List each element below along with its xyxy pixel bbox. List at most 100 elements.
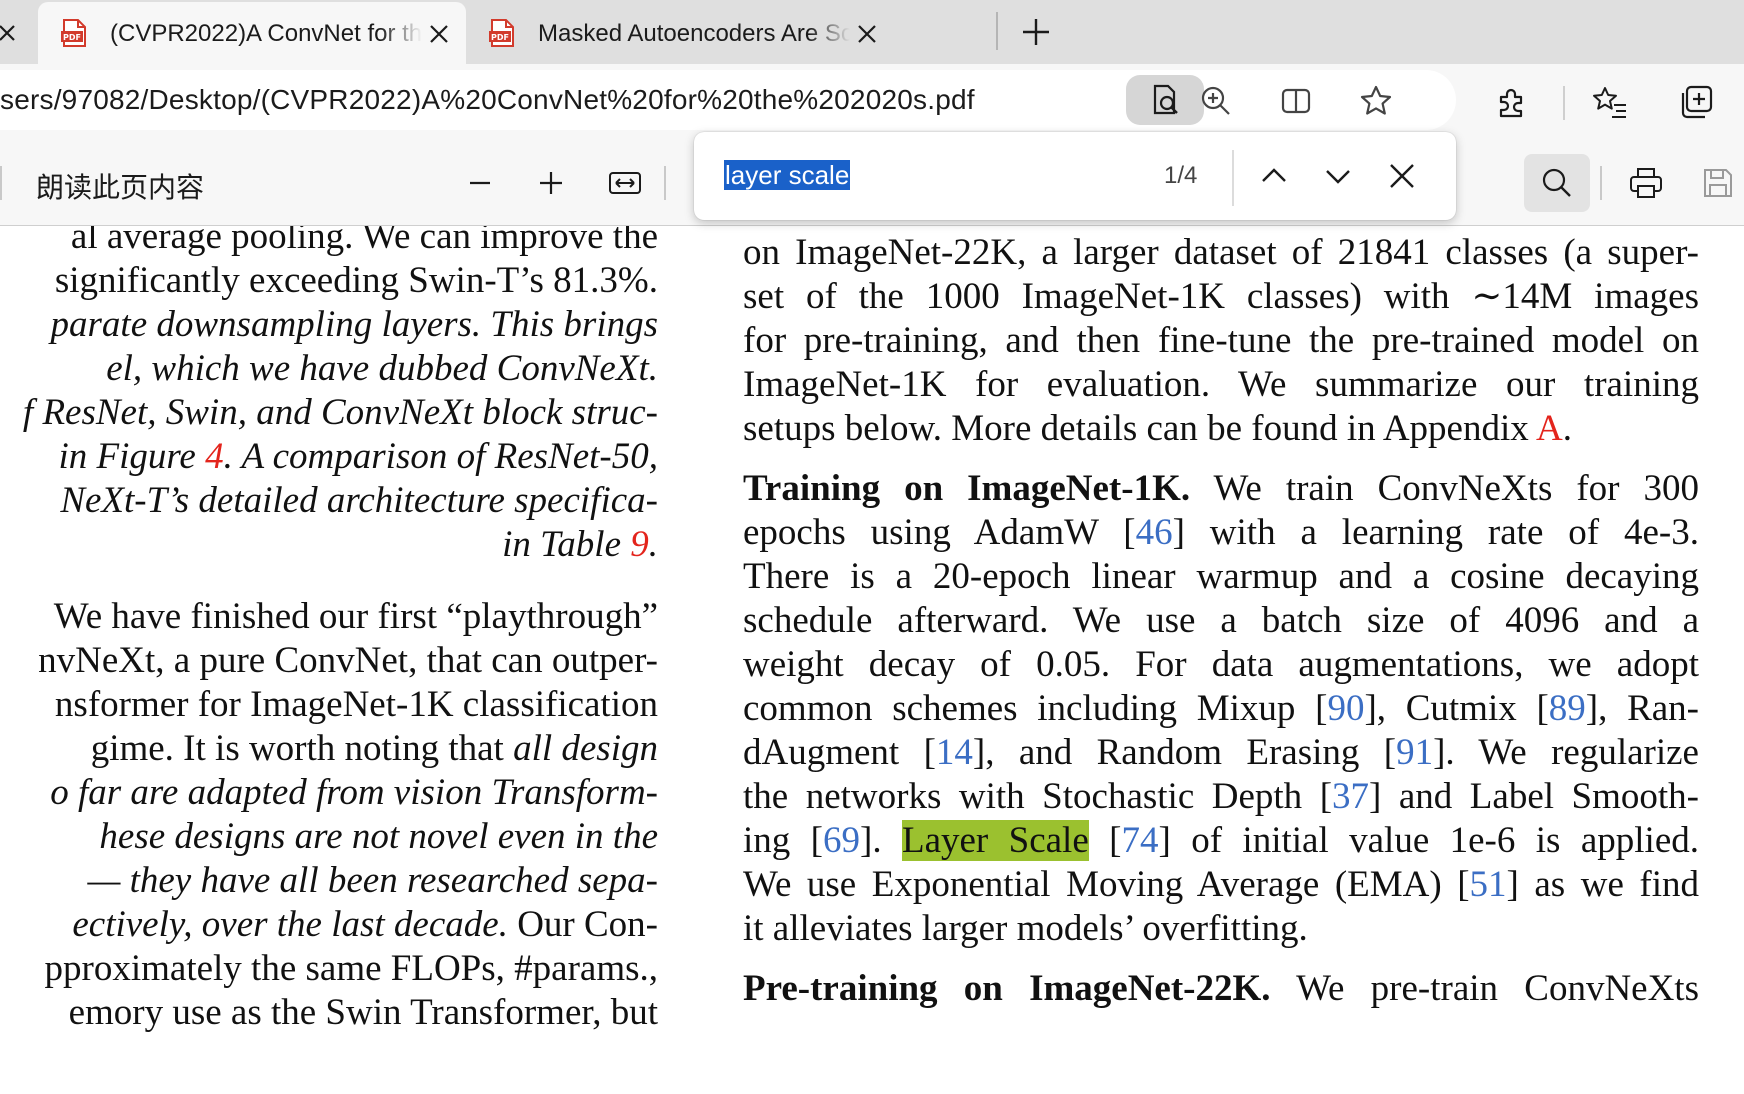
pdf-icon-label: PDF xyxy=(491,33,509,42)
text-line: significantly exceeding Swin-T’s 81.3%. xyxy=(45,260,658,301)
tab-title: Masked Autoencoders Are Scalable Vision … xyxy=(538,20,850,47)
fit-width-button[interactable] xyxy=(601,160,649,206)
text-run: ] with a learning rate of 4e-3. xyxy=(1172,512,1699,553)
zoom-in-button[interactable] xyxy=(1188,81,1244,121)
find-separator xyxy=(1232,150,1234,206)
citation-link[interactable]: 51 xyxy=(1470,864,1507,905)
text-line: set of the 1000 ImageNet-1K classes) wit… xyxy=(743,276,1699,317)
citation-link[interactable]: 14 xyxy=(936,732,973,773)
text-run: [ xyxy=(1088,820,1122,861)
favorite-button[interactable] xyxy=(1348,81,1404,121)
text-line: schedule afterward. We use a batch size … xyxy=(743,600,1699,641)
citation-link[interactable]: 89 xyxy=(1549,688,1586,729)
text-line: common schemes including Mixup [90], Cut… xyxy=(743,687,1699,731)
star-icon xyxy=(1360,85,1392,115)
fit-width-icon xyxy=(609,172,641,194)
text-run: ]. xyxy=(860,820,902,861)
text-line: for pre-training, and then fine-tune the… xyxy=(743,320,1699,361)
text-run: common schemes including Mixup [ xyxy=(743,688,1328,729)
citation-link[interactable]: 91 xyxy=(1396,732,1433,773)
text-line: f ResNet, Swin, and ConvNeXt block struc… xyxy=(22,392,658,433)
text-line: al average pooling. We can improve the xyxy=(70,226,658,257)
collections-icon xyxy=(1681,85,1713,119)
favorites-list-icon xyxy=(1593,87,1626,118)
chevron-down-icon xyxy=(1326,170,1350,184)
text-line: There is a 20-epoch linear warmup and a … xyxy=(743,556,1699,597)
text-line: emory use as the Swin Transformer, but xyxy=(68,992,658,1033)
text-run: We train ConvNeXts for 300 xyxy=(1190,468,1699,509)
text-line: ing [69]. Layer Scale [74] of initial va… xyxy=(743,819,1699,863)
text-line: el, which we have dubbed ConvNeXt. xyxy=(106,348,658,389)
text-run: in Table xyxy=(492,524,631,565)
print-icon xyxy=(1630,168,1662,198)
address-bar[interactable]: sers/97082/Desktop/(CVPR2022)A%20ConvNet… xyxy=(0,70,1456,130)
text-run: . A comparison of ResNet-50, xyxy=(223,436,658,477)
split-screen-button[interactable] xyxy=(1268,81,1324,121)
find-previous-button[interactable] xyxy=(1252,154,1296,198)
new-tab-button[interactable] xyxy=(1016,12,1056,52)
save-button[interactable] xyxy=(1694,160,1742,206)
text-run: in Figure xyxy=(49,436,206,477)
text-run: ], and Random Erasing [ xyxy=(972,732,1397,773)
zoom-in-icon xyxy=(1201,86,1230,115)
appendix-link[interactable]: A xyxy=(1536,408,1563,449)
citation-link[interactable]: 69 xyxy=(823,820,860,861)
find-close-button[interactable] xyxy=(1380,154,1424,198)
read-aloud-button[interactable]: 朗读此页内容 xyxy=(36,166,204,206)
citation-link[interactable]: 46 xyxy=(1136,512,1173,553)
text-line: in Table 9. xyxy=(493,523,658,567)
search-icon xyxy=(1542,168,1571,197)
text-run: dAugment [ xyxy=(743,732,936,773)
text-run: ]. We regularize xyxy=(1433,732,1699,773)
tab-mae[interactable]: PDF Masked Autoencoders Are Scalable Vis… xyxy=(466,2,894,64)
text-line: pproximately the same FLOPs, #params., xyxy=(44,948,658,989)
find-result-count: 1/4 xyxy=(1164,162,1198,189)
pdf-icon: PDF xyxy=(60,19,88,47)
table-link[interactable]: 9 xyxy=(630,524,649,565)
document-search-icon xyxy=(1153,84,1178,115)
save-icon xyxy=(1704,169,1732,197)
tab-convnet[interactable]: PDF (CVPR2022)A ConvNet for the 2020s xyxy=(38,2,466,64)
text-run: ] of initial value 1e-6 is applied. xyxy=(1158,820,1699,861)
text-line: gime. It is worth noting that all design xyxy=(91,727,658,771)
tab-close-icon[interactable] xyxy=(853,20,881,48)
text-line: We use Exponential Moving Average (EMA) … xyxy=(743,863,1699,907)
address-bar-row: sers/97082/Desktop/(CVPR2022)A%20ConvNet… xyxy=(0,64,1744,138)
citation-link[interactable]: 90 xyxy=(1327,688,1364,729)
text-line: Pre-training on ImageNet-22K. We pre-tra… xyxy=(743,967,1699,1011)
tab-title-fade xyxy=(808,12,850,56)
text-run: We use Exponential Moving Average (EMA) … xyxy=(743,864,1470,905)
pdf-search-button[interactable] xyxy=(1524,154,1590,212)
text-line: ectively, over the last decade. Our Con- xyxy=(72,903,658,947)
text-line: setups below. More details can be found … xyxy=(743,407,1699,451)
find-input[interactable]: layer scale xyxy=(724,154,851,196)
url-text[interactable]: sers/97082/Desktop/(CVPR2022)A%20ConvNet… xyxy=(0,84,975,116)
find-next-button[interactable] xyxy=(1316,154,1360,198)
text-line: ImageNet-1K for evaluation. We summarize… xyxy=(743,364,1699,405)
text-line: nvNeXt, a pure ConvNet, that can outper- xyxy=(38,640,658,681)
favorites-button[interactable] xyxy=(1588,80,1632,124)
puzzle-icon xyxy=(1499,88,1523,118)
text-run: We pre-train ConvNeXts xyxy=(1270,968,1699,1009)
figure-link[interactable]: 4 xyxy=(205,436,224,477)
toolbar-separator xyxy=(664,166,666,200)
text-line: Training on ImageNet-1K. We train ConvNe… xyxy=(743,467,1699,511)
text-line: We have finished our first “playthrough” xyxy=(45,596,658,637)
citation-link[interactable]: 74 xyxy=(1121,820,1158,861)
pdf-icon-label: PDF xyxy=(63,33,81,42)
close-icon[interactable] xyxy=(0,20,24,48)
text-run: ], Cutmix [ xyxy=(1364,688,1549,729)
collections-button[interactable] xyxy=(1676,80,1720,124)
tab-strip: PDF (CVPR2022)A ConvNet for the 2020s PD… xyxy=(0,0,1744,64)
extensions-button[interactable] xyxy=(1490,80,1534,124)
text-run: epochs using AdamW [ xyxy=(743,512,1136,553)
zoom-in-button[interactable] xyxy=(527,160,575,206)
pdf-icon: PDF xyxy=(488,19,516,47)
print-button[interactable] xyxy=(1622,160,1670,206)
plus-icon xyxy=(540,172,562,194)
find-query-selected[interactable]: layer scale xyxy=(724,160,851,190)
zoom-out-button[interactable] xyxy=(456,160,504,206)
citation-link[interactable]: 37 xyxy=(1332,776,1369,817)
tab-close-icon[interactable] xyxy=(425,20,453,48)
text-run: ectively, over the last decade. xyxy=(72,904,508,945)
